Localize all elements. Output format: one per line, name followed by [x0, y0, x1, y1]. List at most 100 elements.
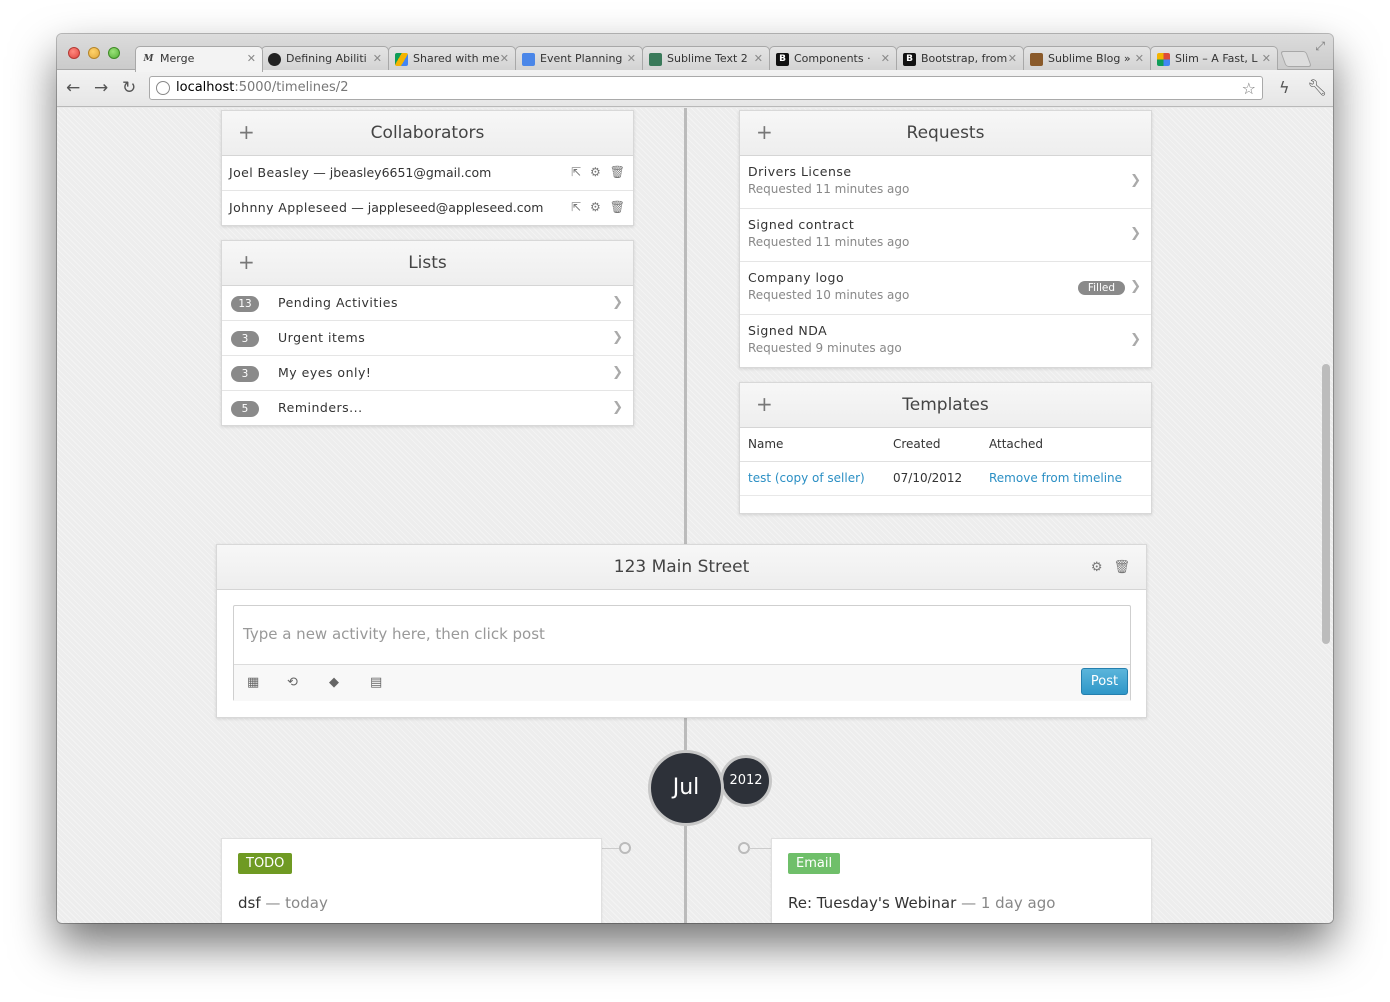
templates-table: Name Created Attached test (copy of sell…: [740, 428, 1151, 496]
tab-slim[interactable]: Slim – A Fast, L ✕: [1150, 46, 1278, 71]
email-tag: Email: [788, 853, 841, 874]
request-item[interactable]: Drivers License Requested 11 minutes ago…: [740, 156, 1151, 209]
gear-icon[interactable]: ⚙: [1091, 560, 1103, 575]
collaborator-row: Joel Beasley — jbeasley6651@gmail.com ⇱ ⚙…: [222, 156, 633, 191]
composer-header: 123 Main Street ⚙ 🗑︎: [217, 545, 1146, 590]
address-bar[interactable]: localhost:5000/timelines/2 ☆: [149, 76, 1263, 100]
templates-header: + Templates: [740, 383, 1151, 428]
collaborator-name: Johnny Appleseed: [229, 200, 348, 215]
tab-close-icon[interactable]: ✕: [247, 52, 256, 65]
github-favicon-icon: [268, 53, 281, 66]
tab-sublime-blog[interactable]: Sublime Blog » ✕: [1023, 46, 1151, 71]
drive-favicon-icon: [395, 53, 408, 66]
list-item[interactable]: 3 My eyes only! ❯: [222, 356, 633, 391]
tab-close-icon[interactable]: ✕: [1135, 52, 1144, 65]
card-time: — today: [265, 894, 328, 912]
docs-favicon-icon: [522, 53, 535, 66]
tab-close-icon[interactable]: ✕: [627, 52, 636, 65]
forward-arrow-icon[interactable]: →: [94, 78, 108, 98]
chevron-right-icon: ❯: [1130, 173, 1141, 188]
tab-defining-abilities[interactable]: Defining Abiliti ✕: [261, 46, 389, 71]
tab-close-icon[interactable]: ✕: [881, 52, 890, 65]
filled-badge: Filled: [1077, 281, 1125, 295]
sublime-blog-favicon-icon: [1030, 53, 1043, 66]
tab-components[interactable]: B Components · ✕: [769, 46, 897, 71]
fullscreen-icon[interactable]: ⤢: [1315, 39, 1325, 54]
trash-icon[interactable]: 🗑︎: [1113, 560, 1130, 575]
tab-event-planning[interactable]: Event Planning ✕: [515, 46, 643, 71]
bootstrap-favicon-icon: B: [903, 53, 916, 66]
card-time: — 1 day ago: [961, 894, 1056, 912]
request-item[interactable]: Signed contract Requested 11 minutes ago…: [740, 209, 1151, 262]
todo-tag: TODO: [238, 853, 293, 874]
tab-merge[interactable]: M Merge ✕: [135, 46, 263, 72]
collaborators-header: + Collaborators: [222, 111, 633, 156]
window-close-button[interactable]: [68, 47, 80, 59]
trash-icon[interactable]: 🗑︎: [610, 165, 625, 179]
tab-bootstrap[interactable]: B Bootstrap, from ✕: [896, 46, 1024, 71]
lightning-icon[interactable]: ϟ: [1279, 78, 1290, 97]
repeat-icon[interactable]: ⟲: [287, 675, 298, 690]
post-button[interactable]: Post: [1081, 668, 1128, 695]
share-icon[interactable]: ⇱: [571, 200, 581, 214]
chevron-right-icon: ❯: [612, 365, 623, 380]
chevron-right-icon: ❯: [1130, 279, 1141, 294]
activity-card[interactable]: TODO dsf — today: [221, 838, 602, 923]
tab-label: Defining Abiliti: [286, 52, 367, 65]
add-collaborator-icon[interactable]: +: [238, 111, 255, 154]
window-minimize-button[interactable]: [88, 47, 100, 59]
card-title-text: dsf: [238, 894, 261, 912]
connector-line: [749, 848, 771, 849]
lists-header: + Lists: [222, 241, 633, 286]
file-icon[interactable]: ▤: [370, 675, 382, 690]
chevron-right-icon: ❯: [612, 330, 623, 345]
collaborator-name: Joel Beasley: [229, 165, 310, 180]
bootstrap-favicon-icon: B: [776, 53, 789, 66]
column-header: Attached: [981, 428, 1151, 462]
list-item[interactable]: 5 Reminders... ❯: [222, 391, 633, 426]
activity-card[interactable]: Email Re: Tuesday's Webinar — 1 day ago: [771, 838, 1152, 923]
tab-sublime-text[interactable]: Sublime Text 2 ✕: [642, 46, 770, 71]
tag-icon[interactable]: ◆: [329, 675, 339, 690]
new-tab-button[interactable]: [1280, 51, 1312, 67]
activity-input[interactable]: Type a new activity here, then click pos…: [234, 606, 1130, 665]
template-name-link[interactable]: test (copy of seller): [748, 471, 865, 485]
add-request-icon[interactable]: +: [756, 111, 773, 154]
reload-icon[interactable]: ↻: [122, 78, 136, 98]
tab-close-icon[interactable]: ✕: [500, 52, 509, 65]
wrench-icon[interactable]: 🔧︎: [1307, 78, 1327, 97]
requests-panel: + Requests Drivers License Requested 11 …: [739, 110, 1152, 368]
add-template-icon[interactable]: +: [756, 383, 773, 426]
request-item[interactable]: Signed NDA Requested 9 minutes ago ❯: [740, 315, 1151, 368]
gear-icon[interactable]: ⚙: [590, 200, 601, 214]
window-maximize-button[interactable]: [108, 47, 120, 59]
bookmark-star-icon[interactable]: ☆: [1242, 79, 1256, 98]
requests-title: Requests: [906, 123, 985, 143]
tab-label: Merge: [160, 52, 195, 65]
trash-icon[interactable]: 🗑︎: [610, 200, 625, 214]
list-item[interactable]: 13 Pending Activities ❯: [222, 286, 633, 321]
tab-strip: M Merge ✕ Defining Abiliti ✕ Shared with…: [57, 34, 1333, 72]
request-item[interactable]: Company logo Requested 10 minutes ago Fi…: [740, 262, 1151, 315]
request-time: Requested 9 minutes ago: [748, 341, 902, 355]
chevron-right-icon: ❯: [612, 295, 623, 310]
globe-icon: [156, 81, 170, 95]
share-icon[interactable]: ⇱: [571, 165, 581, 179]
request-time: Requested 11 minutes ago: [748, 182, 910, 196]
gear-icon[interactable]: ⚙: [590, 165, 601, 179]
tab-close-icon[interactable]: ✕: [373, 52, 382, 65]
back-arrow-icon[interactable]: ←: [66, 78, 80, 98]
tab-close-icon[interactable]: ✕: [1008, 52, 1017, 65]
templates-title: Templates: [902, 395, 989, 415]
list-item[interactable]: 3 Urgent items ❯: [222, 321, 633, 356]
remove-from-timeline-link[interactable]: Remove from timeline: [989, 471, 1122, 485]
tab-close-icon[interactable]: ✕: [1262, 52, 1271, 65]
calendar-icon[interactable]: ▦: [247, 675, 259, 690]
add-list-icon[interactable]: +: [238, 241, 255, 284]
tab-shared-with-me[interactable]: Shared with me ✕: [388, 46, 516, 71]
collaborator-email: jbeasley6651@gmail.com: [329, 165, 492, 180]
vertical-scrollbar[interactable]: [1322, 364, 1330, 644]
tab-label: Sublime Blog »: [1048, 52, 1131, 65]
tab-close-icon[interactable]: ✕: [754, 52, 763, 65]
timeline-year-marker: 2012: [720, 755, 772, 807]
